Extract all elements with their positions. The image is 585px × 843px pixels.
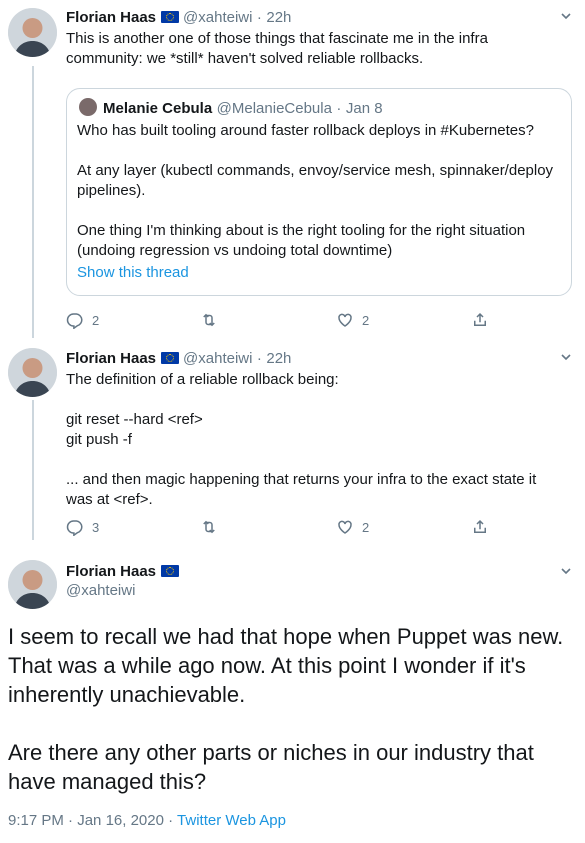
timestamp[interactable]: 22h [266, 9, 291, 26]
main-tweet-text: I seem to recall we had that hope when P… [8, 624, 564, 794]
like-button[interactable]: 2 [336, 518, 369, 536]
quote-avatar [79, 98, 97, 116]
reply-icon [66, 520, 83, 536]
quote-header: Melanie Cebula @MelanieCebula · Jan 8 [79, 98, 383, 118]
author-handle[interactable]: @xahteiwi [183, 350, 252, 367]
thread-connector [32, 66, 34, 338]
retweet-icon [203, 520, 215, 534]
reply-count: 2 [92, 312, 100, 328]
avatar[interactable] [8, 560, 57, 609]
eu-flag-icon [161, 352, 180, 364]
author-name[interactable]: Florian Haas [66, 350, 156, 367]
tweet-date[interactable]: Jan 16, 2020 [77, 812, 164, 829]
like-button[interactable]: 2 [336, 311, 369, 329]
source-app-link[interactable]: Twitter Web App [177, 812, 286, 829]
separator: · [336, 100, 342, 117]
separator: · [256, 350, 262, 367]
eu-flag-icon [161, 565, 180, 577]
show-thread-link[interactable]: Show this thread [77, 264, 189, 281]
chevron-down-icon[interactable] [560, 565, 572, 580]
timestamp[interactable]: 22h [266, 350, 291, 367]
chevron-down-icon[interactable] [560, 10, 572, 25]
retweet-icon [203, 313, 215, 327]
chevron-down-icon[interactable] [560, 351, 572, 366]
like-count: 2 [362, 519, 370, 535]
retweet-button[interactable] [200, 518, 218, 536]
tweet-meta: 9:17 PM · Jan 16, 2020 · Twitter Web App [8, 812, 286, 829]
eu-flag-icon [161, 11, 180, 23]
thread-connector [32, 400, 34, 540]
separator: · [256, 9, 262, 26]
quoted-tweet[interactable]: Melanie Cebula @MelanieCebula · Jan 8 Wh… [66, 88, 572, 296]
reply-button[interactable]: 2 [66, 311, 99, 329]
author-handle[interactable]: @xahteiwi [66, 582, 135, 599]
reply-button[interactable]: 3 [66, 518, 99, 536]
author-handle[interactable]: @xahteiwi [183, 9, 252, 26]
avatar[interactable] [8, 348, 57, 397]
author-name[interactable]: Florian Haas [66, 563, 156, 580]
separator: · [68, 812, 74, 829]
like-icon [338, 313, 352, 327]
tweet-header: Florian Haas @xahteiwi · 22h [66, 350, 536, 368]
retweet-button[interactable] [200, 311, 218, 329]
reply-icon [66, 313, 83, 329]
share-icon [474, 312, 486, 326]
tweet-text: The definition of a reliable rollback be… [66, 371, 537, 508]
quote-author-name: Melanie Cebula [103, 100, 213, 117]
quote-text: Who has built tooling around faster roll… [77, 122, 554, 259]
tweet-header: Florian Haas @xahteiwi · 22h [66, 9, 536, 27]
like-icon [338, 520, 352, 534]
tweet-time[interactable]: 9:17 PM [8, 812, 64, 829]
like-count: 2 [362, 312, 370, 328]
author-name[interactable]: Florian Haas [66, 9, 156, 26]
share-icon [474, 519, 486, 533]
share-button[interactable] [471, 311, 489, 329]
reply-count: 3 [92, 519, 100, 535]
separator: · [168, 812, 174, 829]
quote-author-handle: @MelanieCebula [216, 100, 332, 117]
share-button[interactable] [471, 518, 489, 536]
quote-timestamp: Jan 8 [345, 100, 383, 117]
tweet-text: This is another one of those things that… [66, 30, 493, 67]
author-block: Florian Haas [66, 563, 183, 581]
avatar[interactable] [8, 8, 57, 57]
